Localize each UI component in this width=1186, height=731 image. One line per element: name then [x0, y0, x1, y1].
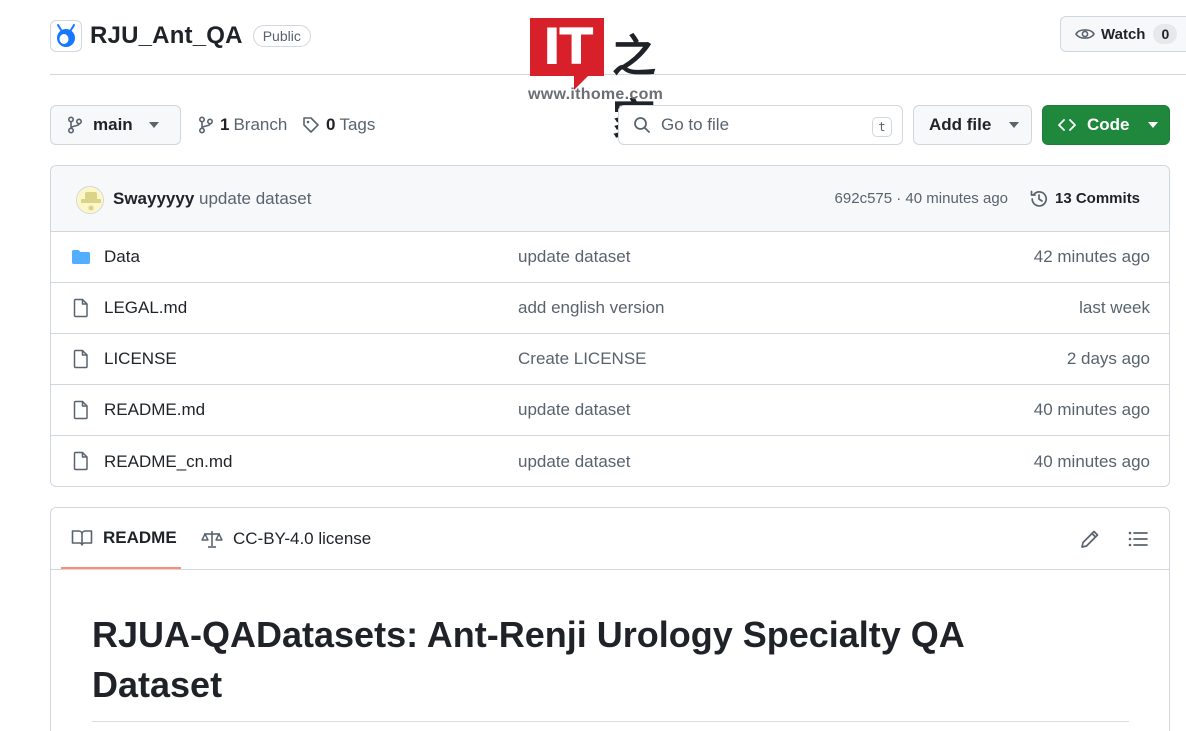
file-age: last week: [1079, 298, 1150, 317]
file-age: 42 minutes ago: [1033, 247, 1150, 266]
file-name[interactable]: Data: [104, 247, 140, 267]
file-icon: [73, 298, 88, 318]
table-row[interactable]: README_cn.md update dataset 40 minutes a…: [51, 436, 1169, 486]
chevron-down-icon: [1147, 122, 1158, 128]
readme-title: RJUA-QADatasets: Ant-Renji Urology Speci…: [92, 614, 964, 705]
latest-commit-bar: Swayyyyy update dataset 692c575 · 40 min…: [51, 166, 1169, 232]
watermark-logo: IT: [530, 18, 604, 90]
chevron-down-icon: [148, 122, 159, 128]
commit-message[interactable]: update dataset: [199, 189, 311, 209]
readme-panel: README CC-BY-4.0 license RJUA-QADatasets…: [50, 507, 1170, 731]
commit-author[interactable]: Swayyyyy: [113, 189, 194, 209]
tags-label: Tags: [339, 115, 376, 134]
ithome-watermark: IT 之家 www.ithome.com: [528, 18, 678, 146]
table-row[interactable]: README.md update dataset 40 minutes ago: [51, 385, 1169, 436]
search-icon: [634, 117, 650, 133]
branch-toolbar: main 1 Branch 0 Tags Go to file t Add fi…: [50, 105, 1186, 145]
git-branch-icon: [67, 116, 83, 134]
repo-name[interactable]: RJU_Ant_QA: [90, 22, 243, 50]
book-icon: [71, 529, 93, 546]
file-icon: [73, 451, 88, 471]
code-icon: [1058, 119, 1076, 131]
file-age: 2 days ago: [1066, 349, 1150, 368]
visibility-badge: Public: [252, 25, 311, 47]
tab-license-label: CC-BY-4.0 license: [233, 528, 372, 548]
user-avatar-icon: [77, 187, 103, 213]
table-row[interactable]: Data update dataset 42 minutes ago: [51, 232, 1169, 283]
tab-readme-label: README: [103, 527, 177, 547]
watch-button[interactable]: Watch 0: [1060, 16, 1186, 52]
ant-logo-icon: [57, 24, 75, 47]
git-branch-icon: [198, 116, 214, 134]
add-file-label: Add file: [929, 115, 992, 134]
branches-label: Branch: [233, 115, 288, 134]
file-icon: [73, 349, 88, 369]
file-browser: Swayyyyy update dataset 692c575 · 40 min…: [50, 165, 1170, 487]
code-label: Code: [1087, 115, 1130, 134]
code-button[interactable]: Code: [1042, 105, 1170, 145]
pencil-icon[interactable]: [1079, 528, 1101, 550]
search-placeholder: Go to file: [661, 115, 730, 134]
eye-icon: [1075, 29, 1095, 39]
avatar[interactable]: [76, 186, 104, 214]
tags-link[interactable]: 0 Tags: [302, 105, 375, 145]
tags-count: 0: [326, 115, 336, 134]
readme-tabs: README CC-BY-4.0 license: [51, 508, 1169, 570]
watch-label: Watch: [1101, 25, 1146, 43]
branches-link[interactable]: 1 Branch: [198, 105, 287, 145]
chevron-down-icon: [1009, 122, 1020, 128]
file-commit-message[interactable]: add english version: [518, 298, 664, 318]
tab-license[interactable]: CC-BY-4.0 license: [201, 508, 371, 569]
file-age: 40 minutes ago: [1033, 400, 1150, 419]
branches-count: 1: [220, 115, 230, 134]
file-name[interactable]: LEGAL.md: [104, 298, 187, 318]
title-divider: [92, 721, 1129, 722]
folder-icon: [72, 250, 90, 264]
law-scale-icon: [201, 530, 223, 548]
go-to-file-input[interactable]: Go to file t: [618, 105, 903, 145]
tab-readme[interactable]: README: [61, 508, 181, 569]
file-name[interactable]: LICENSE: [104, 349, 177, 369]
file-commit-message[interactable]: update dataset: [518, 452, 630, 472]
keyboard-shortcut-hint: t: [872, 117, 892, 137]
commit-meta[interactable]: 692c575 · 40 minutes ago: [835, 190, 1008, 207]
file-commit-message[interactable]: update dataset: [518, 400, 630, 420]
file-icon: [73, 400, 88, 420]
branch-selector[interactable]: main: [50, 105, 181, 145]
tag-icon: [303, 117, 319, 133]
branch-name: main: [93, 115, 133, 134]
file-commit-message[interactable]: Create LICENSE: [518, 349, 647, 369]
table-row[interactable]: LICENSE Create LICENSE 2 days ago: [51, 334, 1169, 385]
commits-history-link[interactable]: 13 Commits: [1029, 189, 1140, 209]
repo-header: RJU_Ant_QA Public: [50, 16, 311, 56]
watermark-url: www.ithome.com: [528, 86, 664, 103]
add-file-button[interactable]: Add file: [913, 105, 1032, 145]
file-commit-message[interactable]: update dataset: [518, 247, 630, 267]
table-row[interactable]: LEGAL.md add english version last week: [51, 283, 1169, 334]
file-age: 40 minutes ago: [1033, 451, 1150, 471]
list-toc-icon[interactable]: [1127, 528, 1149, 550]
commits-label: 13 Commits: [1055, 190, 1141, 207]
file-name[interactable]: README.md: [104, 400, 205, 420]
history-icon: [1030, 190, 1048, 207]
file-name[interactable]: README_cn.md: [104, 452, 232, 472]
watch-count: 0: [1153, 24, 1178, 44]
repo-avatar[interactable]: [50, 20, 82, 52]
